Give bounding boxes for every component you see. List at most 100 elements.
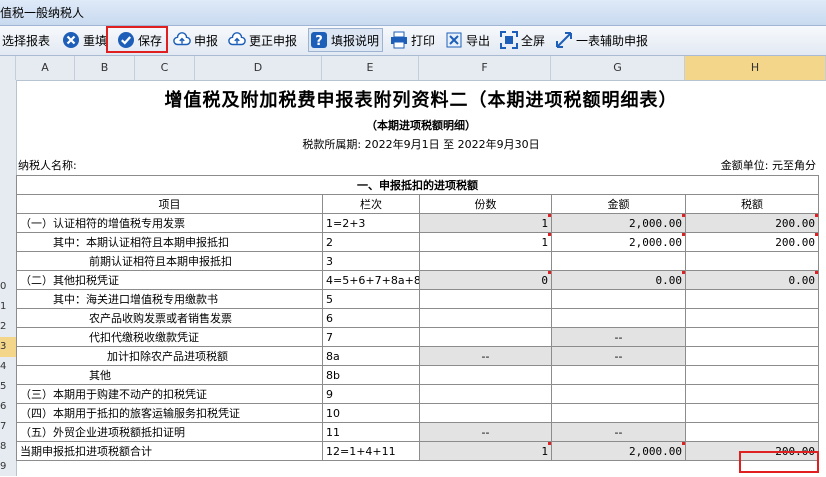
count-cell[interactable] — [419, 384, 552, 404]
row-number[interactable]: 8 — [0, 437, 16, 457]
export-button[interactable]: 导出 — [445, 28, 490, 52]
window-title: 值税一般纳税人 — [0, 6, 85, 20]
column-cell: 1=2+3 — [322, 213, 420, 233]
item-cell: 其他 — [16, 365, 323, 385]
export-label: 导出 — [466, 33, 491, 48]
row-number[interactable]: 6 — [0, 397, 16, 417]
count-cell[interactable] — [419, 327, 552, 347]
column-header-bar: A B C D E F G H — [0, 56, 826, 81]
table-row: 代扣代缴税收缴款凭证 7 -- — [16, 327, 820, 347]
tax-cell[interactable] — [684, 289, 820, 309]
tax-cell[interactable] — [684, 251, 820, 271]
amount-cell: -- — [551, 327, 686, 347]
select-report-button[interactable]: 选择报表 — [2, 28, 50, 52]
count-cell[interactable] — [419, 403, 552, 423]
table-row: （三）本期用于购建不动产的扣税凭证 9 — [16, 384, 820, 404]
count-cell[interactable] — [419, 308, 552, 328]
amount-unit-label: 金额单位: 元至角分 — [720, 159, 816, 172]
row-number[interactable]: 0 — [0, 277, 16, 297]
save-button[interactable]: 保存 — [117, 28, 162, 52]
column-cell: 10 — [322, 403, 420, 423]
column-cell: 6 — [322, 308, 420, 328]
tax-cell[interactable] — [684, 403, 820, 423]
item-cell: （二）其他扣税凭证 — [16, 270, 323, 290]
column-header-c[interactable]: C — [135, 56, 195, 80]
column-cell: 11 — [322, 422, 420, 442]
amount-cell: -- — [551, 346, 686, 366]
declare-button[interactable]: 申报 — [173, 28, 218, 52]
column-cell: 9 — [322, 384, 420, 404]
table-row: 其中：海关进口增值税专用缴款书 5 — [16, 289, 820, 309]
row-number[interactable]: 3 — [0, 337, 16, 357]
count-cell[interactable]: 1 — [419, 232, 552, 252]
amount-cell[interactable] — [551, 251, 686, 271]
row-number[interactable]: 2 — [0, 317, 16, 337]
print-button[interactable]: 打印 — [390, 28, 435, 52]
header-column: 栏次 — [322, 194, 420, 214]
count-cell[interactable] — [419, 365, 552, 385]
export-icon — [445, 31, 463, 49]
fullscreen-button[interactable]: 全屏 — [500, 28, 545, 52]
column-header-g[interactable]: G — [551, 56, 685, 80]
count-cell[interactable] — [419, 251, 552, 271]
correct-declare-button[interactable]: 更正申报 — [228, 28, 297, 52]
header-tax: 税额 — [684, 194, 820, 214]
count-cell[interactable] — [419, 289, 552, 309]
check-circle-icon — [117, 31, 135, 49]
column-cell: 4=5+6+7+8a+8b — [322, 270, 420, 290]
item-cell: 代扣代缴税收缴款凭证 — [16, 327, 323, 347]
tax-cell[interactable] — [684, 365, 820, 385]
item-cell: （四）本期用于抵扣的旅客运输服务扣税凭证 — [16, 403, 323, 423]
print-label: 打印 — [411, 33, 436, 48]
item-cell: 农产品收购发票或者销售发票 — [16, 308, 323, 328]
column-header-f[interactable]: F — [419, 56, 551, 80]
header-count: 份数 — [419, 194, 552, 214]
tax-cell[interactable] — [684, 384, 820, 404]
column-cell: 2 — [322, 232, 420, 252]
fullscreen-label: 全屏 — [521, 33, 546, 48]
amount-cell[interactable] — [551, 384, 686, 404]
report-title: 增值税及附加税费申报表附列资料二（本期进项税额明细表） — [164, 90, 678, 111]
row-number[interactable]: 9 — [0, 457, 16, 477]
tax-cell[interactable] — [684, 422, 820, 442]
column-header-a[interactable]: A — [16, 56, 75, 80]
header-item: 项目 — [16, 194, 323, 214]
svg-text:?: ? — [315, 34, 323, 49]
column-header-b[interactable]: B — [75, 56, 135, 80]
section-title: 一、申报抵扣的进项税额 — [15, 175, 820, 195]
table-row: 其中：本期认证相符且本期申报抵扣 2 1 2,000.00 200.00 — [16, 232, 820, 252]
window-titlebar: 值税一般纳税人 — [0, 0, 826, 26]
table-row: 前期认证相符且本期申报抵扣 3 — [16, 251, 820, 271]
row-number[interactable]: 7 — [0, 417, 16, 437]
column-cell: 5 — [322, 289, 420, 309]
one-table-assist-button[interactable]: 一表辅助申报 — [555, 28, 648, 52]
amount-cell[interactable]: 2,000.00 — [551, 232, 686, 252]
tax-cell[interactable] — [684, 308, 820, 328]
column-header-e[interactable]: E — [322, 56, 419, 80]
tax-cell[interactable] — [684, 346, 820, 366]
column-header-d[interactable]: D — [195, 56, 322, 80]
table-row-total: 当期申报抵扣进项税额合计 12=1+4+11 1 2,000.00 200.00 — [16, 441, 820, 461]
row-number[interactable]: 1 — [0, 297, 16, 317]
row-number[interactable]: 5 — [0, 377, 16, 397]
redo-button[interactable]: 重填 — [62, 28, 107, 52]
input-tax-table: 一、申报抵扣的进项税额 项目 栏次 份数 金额 税额 （一）认证相符的增值税专用… — [15, 175, 820, 461]
tax-cell[interactable]: 200.00 — [684, 232, 820, 252]
save-label: 保存 — [138, 33, 163, 48]
expand-arrows-icon — [555, 31, 573, 49]
row-number[interactable]: 4 — [0, 357, 16, 377]
column-cell: 8a — [322, 346, 420, 366]
column-header-h[interactable]: H — [685, 56, 826, 80]
amount-cell[interactable] — [551, 308, 686, 328]
table-row: 其他 8b — [16, 365, 820, 385]
fill-help-button[interactable]: ? 填报说明 — [308, 28, 384, 52]
table-row: （一）认证相符的增值税专用发票 1=2+3 1 2,000.00 200.00 — [16, 213, 820, 233]
amount-cell[interactable] — [551, 365, 686, 385]
amount-cell[interactable] — [551, 403, 686, 423]
tax-cell[interactable] — [684, 327, 820, 347]
table-row: （五）外贸企业进项税额抵扣证明 11 -- -- — [16, 422, 820, 442]
fullscreen-icon — [500, 31, 518, 49]
amount-cell: 2,000.00 — [551, 441, 686, 461]
amount-cell: 0.00 — [551, 270, 686, 290]
amount-cell[interactable] — [551, 289, 686, 309]
